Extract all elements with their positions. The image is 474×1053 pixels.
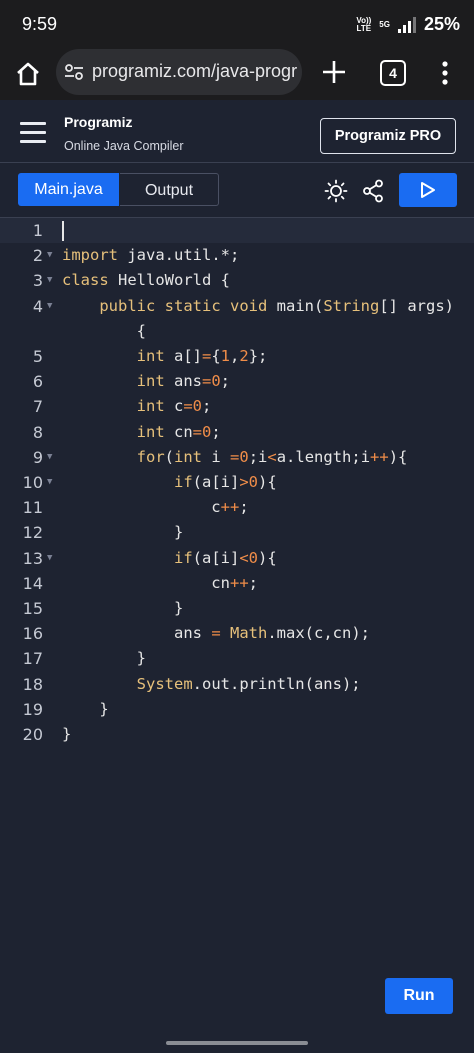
code-line[interactable]: 6 int ans=0;: [0, 369, 474, 394]
code-line[interactable]: 12 }: [0, 520, 474, 545]
run-button[interactable]: Run: [385, 978, 453, 1014]
battery-level: 25%: [423, 14, 460, 34]
site-header: Programiz Online Java Compiler Programiz…: [0, 104, 474, 163]
line-number: 14: [22, 573, 43, 593]
code-line[interactable]: 17 }: [0, 646, 474, 671]
fold-arrow-icon[interactable]: ▼: [47, 294, 52, 319]
code-text: if(a[i]<0){: [173, 548, 277, 567]
line-number: 2: [32, 246, 43, 266]
line-number: 16: [22, 624, 43, 644]
status-time: 9:59: [22, 14, 58, 34]
fold-arrow-icon[interactable]: ▼: [47, 445, 52, 470]
line-number: 7: [32, 397, 43, 417]
line-number: 6: [32, 372, 43, 392]
programiz-logo[interactable]: Programiz: [64, 114, 132, 130]
line-number: 9: [32, 447, 43, 467]
signal-icon: [397, 16, 416, 33]
code-text: int cn=0;: [136, 422, 221, 441]
theme-toggle-icon[interactable]: [324, 179, 348, 203]
code-line[interactable]: 10 ▼ if(a[i]>0){: [0, 470, 474, 495]
line-number: 8: [32, 422, 43, 442]
play-icon: [421, 182, 435, 198]
run-code-button[interactable]: [399, 173, 457, 207]
text-cursor: [62, 221, 64, 241]
new-tab-icon[interactable]: [320, 58, 348, 86]
code-editor[interactable]: 1 2 ▼ import java.util.*; 3 ▼ class HelloWorld…: [0, 218, 474, 978]
code-line[interactable]: 11 c++;: [0, 495, 474, 520]
code-line[interactable]: 9 ▼ for(int i =0;i<a.length;i++){: [0, 445, 474, 470]
code-line[interactable]: 1: [0, 218, 474, 243]
volte-icon: Vo)) LTE: [356, 15, 372, 33]
code-line[interactable]: 13 ▼ if(a[i]<0){: [0, 546, 474, 571]
code-line[interactable]: 14 cn++;: [0, 571, 474, 596]
address-bar[interactable]: programiz.com/java-programi: [56, 49, 302, 95]
code-text: }: [62, 599, 184, 617]
code-text: {: [62, 321, 146, 340]
line-number: 19: [22, 699, 43, 719]
code-text: }: [62, 725, 72, 743]
code-text: for(int i =0;i<a.length;i++){: [136, 447, 408, 466]
code-text: public static void main(String[] args): [99, 296, 454, 315]
editor-toolbar: Main.java Output: [0, 163, 474, 218]
url-text[interactable]: programiz.com/java-programi: [92, 61, 297, 82]
line-number: 18: [22, 674, 43, 694]
code-text: ans = Math.max(c,cn);: [62, 624, 370, 643]
code-text: import java.util.*;: [62, 246, 240, 265]
tab-output[interactable]: Output: [120, 173, 219, 206]
code-line[interactable]: 18 System.out.println(ans);: [0, 672, 474, 697]
code-line[interactable]: 20}: [0, 722, 474, 747]
code-text: System.out.println(ans);: [136, 674, 361, 693]
code-line[interactable]: {: [0, 319, 474, 344]
code-text: int ans=0;: [136, 372, 231, 391]
code-text: if(a[i]>0){: [173, 473, 277, 491]
fold-arrow-icon[interactable]: ▼: [47, 546, 52, 571]
tab-switcher-button[interactable]: 4: [380, 60, 406, 86]
line-number: 5: [32, 347, 43, 366]
fold-arrow-icon[interactable]: ▼: [47, 243, 52, 268]
code-text: cn++;: [62, 573, 258, 592]
code-text: class HelloWorld {: [62, 271, 230, 290]
code-text: }: [62, 523, 184, 542]
code-text: int a[]={1,2};: [136, 347, 268, 365]
code-line[interactable]: 5 int a[]={1,2};: [0, 344, 474, 369]
line-number: 15: [22, 599, 43, 618]
code-line[interactable]: 7 int c=0;: [0, 394, 474, 419]
tab-main-java[interactable]: Main.java: [18, 173, 119, 206]
code-text: int c=0;: [136, 397, 212, 416]
programiz-pro-button[interactable]: Programiz PRO: [320, 118, 456, 154]
line-number: 10: [22, 473, 43, 492]
fold-arrow-icon[interactable]: ▼: [47, 268, 52, 293]
line-number: 20: [22, 725, 43, 744]
home-icon[interactable]: [14, 60, 42, 88]
line-number: 4: [32, 296, 43, 316]
code-line[interactable]: 4 ▼ public static void main(String[] args…: [0, 294, 474, 319]
hamburger-menu-icon[interactable]: [20, 122, 46, 144]
code-line[interactable]: 15 }: [0, 596, 474, 621]
line-number: 3: [32, 271, 43, 291]
more-menu-icon[interactable]: [440, 60, 450, 86]
line-number: 1: [32, 221, 43, 240]
line-number: 13: [22, 548, 43, 568]
code-text: }: [62, 649, 146, 668]
browser-toolbar: programiz.com/java-programi 4: [0, 48, 474, 100]
site-settings-icon[interactable]: [64, 62, 84, 82]
line-number: 17: [22, 649, 43, 669]
network-5g-icon: 5G: [379, 19, 390, 29]
code-line[interactable]: 2 ▼ import java.util.*;: [0, 243, 474, 268]
fold-arrow-icon[interactable]: ▼: [47, 470, 52, 495]
code-text: c++;: [62, 498, 249, 517]
line-number: 11: [22, 498, 43, 518]
share-icon[interactable]: [362, 179, 384, 203]
status-bar: 9:59 Vo)) LTE 5G 25%: [0, 0, 474, 48]
code-line[interactable]: 8 int cn=0;: [0, 420, 474, 445]
line-number: 12: [22, 523, 43, 543]
status-icons: Vo)) LTE 5G 25%: [356, 14, 460, 35]
gesture-bar: [166, 1041, 308, 1045]
page-subtitle: Online Java Compiler: [64, 139, 184, 153]
code-line[interactable]: 3 ▼ class HelloWorld {: [0, 268, 474, 293]
code-text: }: [62, 699, 109, 718]
code-line[interactable]: 16 ans = Math.max(c,cn);: [0, 621, 474, 646]
code-line[interactable]: 19 }: [0, 697, 474, 722]
